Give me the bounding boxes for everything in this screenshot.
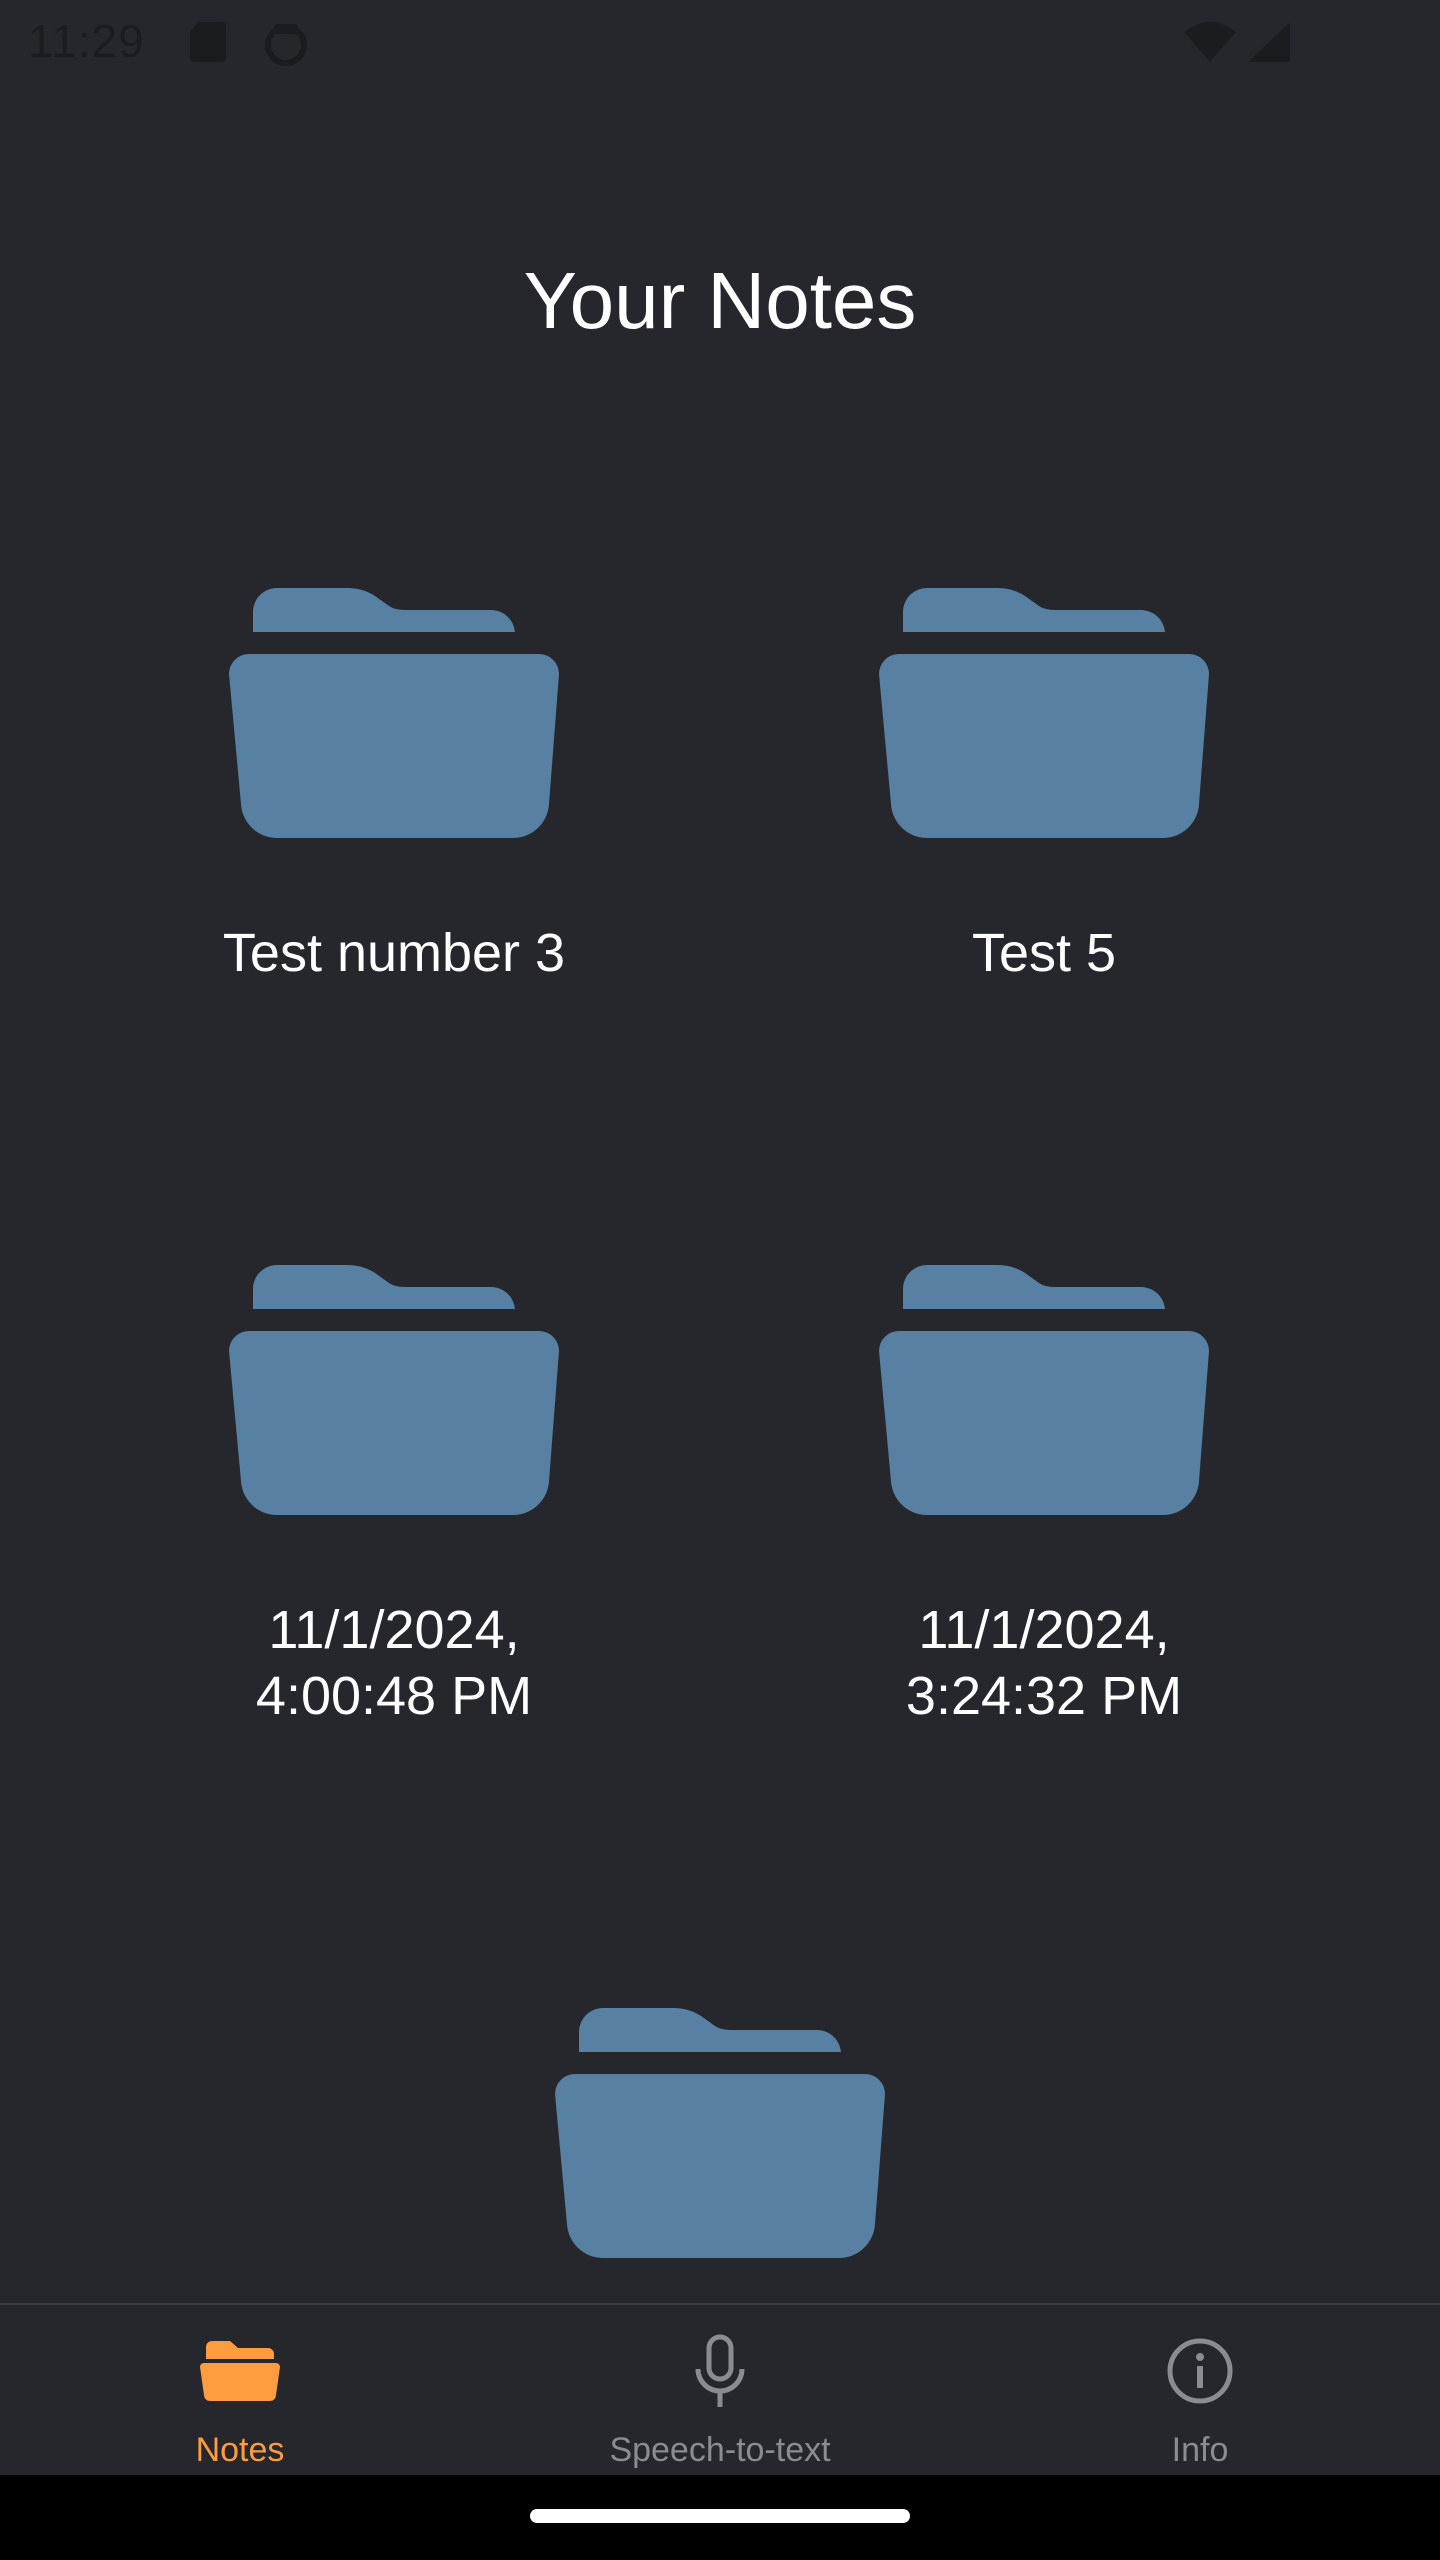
tab-info-label: Info — [1171, 2431, 1229, 2469]
folder-icon — [229, 1265, 559, 1515]
folder-icon — [879, 1265, 1209, 1515]
microphone-icon — [695, 2334, 745, 2407]
note-item[interactable] — [440, 1996, 1000, 2260]
note-item[interactable]: Test number 3 — [114, 576, 674, 986]
folder-icon — [229, 588, 559, 838]
note-title: 11/1/2024, 4:00:48 PM — [255, 1600, 533, 1726]
status-bar: 11:29 — [0, 0, 1440, 84]
system-nav-bar — [0, 2475, 1440, 2560]
folder-icon — [555, 2008, 885, 2258]
note-title: Test 5 — [971, 923, 1117, 983]
status-time: 11:29 — [28, 15, 145, 67]
note-item[interactable]: 11/1/2024, 3:24:32 PM — [764, 1253, 1324, 1729]
tab-speech-to-text[interactable]: Speech-to-text — [480, 2305, 960, 2477]
note-item[interactable]: Test 5 — [764, 576, 1324, 986]
note-title: Test number 3 — [222, 923, 566, 983]
wifi-icon — [1184, 22, 1236, 62]
signal-icon — [1248, 22, 1290, 62]
note-title: 11/1/2024, 3:24:32 PM — [905, 1600, 1183, 1726]
folder-icon — [879, 588, 1209, 838]
tab-info[interactable]: Info — [960, 2305, 1440, 2477]
home-indicator[interactable] — [530, 2509, 910, 2523]
info-icon — [1167, 2338, 1233, 2404]
tab-notes[interactable]: Notes — [0, 2305, 480, 2477]
robot-icon — [265, 24, 307, 66]
tab-speech-to-text-label: Speech-to-text — [609, 2431, 831, 2469]
tab-notes-label: Notes — [195, 2431, 285, 2469]
folder-open-icon — [200, 2341, 280, 2401]
sd-card-icon — [190, 22, 226, 62]
bottom-nav: Notes Speech-to-text Info — [0, 2303, 1440, 2477]
notes-screen: 11:29 Your Notes Test number 3 Test 5 11… — [0, 0, 1440, 2560]
page-title: Your Notes — [523, 256, 917, 345]
note-item[interactable]: 11/1/2024, 4:00:48 PM — [114, 1253, 674, 1729]
